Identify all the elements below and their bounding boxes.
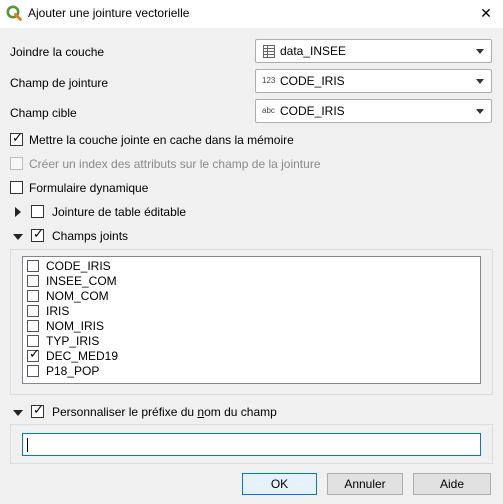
target-field-label: Champ cible xyxy=(10,106,77,120)
list-item[interactable]: CODE_IRIS xyxy=(23,259,480,274)
title-bar: Ajouter une jointure vectorielle ✕ xyxy=(0,0,503,28)
editable-join-checkbox[interactable] xyxy=(31,205,44,218)
cache-checkbox[interactable]: ✓ xyxy=(10,130,23,146)
target-field-combo[interactable]: abc CODE_IRIS xyxy=(255,99,492,123)
chevron-down-icon xyxy=(476,79,484,84)
list-item[interactable]: P18_POP xyxy=(23,364,480,379)
close-icon: ✕ xyxy=(480,5,492,21)
string-field-icon: abc xyxy=(262,106,275,115)
joined-fields-checkbox[interactable]: ✓ xyxy=(31,226,44,242)
cache-label: Mettre la couche jointe en cache dans la… xyxy=(29,133,294,147)
qgis-logo-icon xyxy=(6,5,22,21)
dynamic-form-label: Formulaire dynamique xyxy=(29,181,149,195)
list-item[interactable]: NOM_IRIS xyxy=(23,319,480,334)
list-item[interactable]: TYP_IRIS xyxy=(23,334,480,349)
text-caret xyxy=(27,438,28,452)
join-layer-value: data_INSEE xyxy=(280,44,347,58)
index-label: Créer un index des attributs sur le cham… xyxy=(29,157,321,171)
join-field-combo[interactable]: 123 CODE_IRIS xyxy=(255,69,492,93)
check-icon: ✓ xyxy=(29,346,40,361)
list-item[interactable]: INSEE_COM xyxy=(23,274,480,289)
chevron-down-icon xyxy=(476,49,484,54)
join-field-label: Champ de jointure xyxy=(10,76,109,90)
close-button[interactable]: ✕ xyxy=(469,0,503,28)
join-layer-combo[interactable]: data_INSEE xyxy=(255,39,492,63)
list-item[interactable]: ✓ DEC_MED19 xyxy=(23,346,480,364)
list-item-checkbox[interactable] xyxy=(27,275,39,287)
cancel-button[interactable]: Annuler xyxy=(327,473,403,495)
table-icon xyxy=(263,45,275,58)
check-icon: ✓ xyxy=(33,226,44,241)
list-item-checkbox[interactable] xyxy=(27,365,39,377)
index-checkbox[interactable] xyxy=(10,157,23,170)
list-item-checkbox[interactable] xyxy=(27,290,39,302)
dynamic-form-checkbox[interactable] xyxy=(10,181,23,194)
ok-button[interactable]: OK xyxy=(242,473,317,495)
list-item-checkbox[interactable]: ✓ xyxy=(27,346,40,362)
join-field-value: CODE_IRIS xyxy=(280,74,345,88)
target-field-value: CODE_IRIS xyxy=(280,104,345,118)
collapse-down-icon[interactable] xyxy=(13,410,23,416)
prefix-checkbox[interactable]: ✓ xyxy=(31,402,44,418)
expand-right-icon[interactable] xyxy=(15,207,21,217)
list-item[interactable]: NOM_COM xyxy=(23,289,480,304)
list-item-checkbox[interactable] xyxy=(27,260,39,272)
list-item-checkbox[interactable] xyxy=(27,320,39,332)
editable-join-label: Jointure de table éditable xyxy=(52,205,187,219)
list-item[interactable]: IRIS xyxy=(23,304,480,319)
join-layer-label: Joindre la couche xyxy=(10,45,105,59)
integer-field-icon: 123 xyxy=(262,76,276,85)
check-icon: ✓ xyxy=(33,402,44,417)
chevron-down-icon xyxy=(476,109,484,114)
joined-fields-label: Champs joints xyxy=(52,229,129,243)
check-icon: ✓ xyxy=(12,130,23,145)
window-title: Ajouter une jointure vectorielle xyxy=(28,6,190,20)
joined-fields-list[interactable]: CODE_IRIS INSEE_COM NOM_COM IRIS NOM_IRI… xyxy=(22,256,481,384)
collapse-down-icon[interactable] xyxy=(13,234,23,240)
help-button[interactable]: Aide xyxy=(413,473,491,495)
prefix-label: Personnaliser le préfixe du nom du champ xyxy=(52,405,277,419)
list-item-checkbox[interactable] xyxy=(27,305,39,317)
prefix-input[interactable] xyxy=(22,433,481,456)
